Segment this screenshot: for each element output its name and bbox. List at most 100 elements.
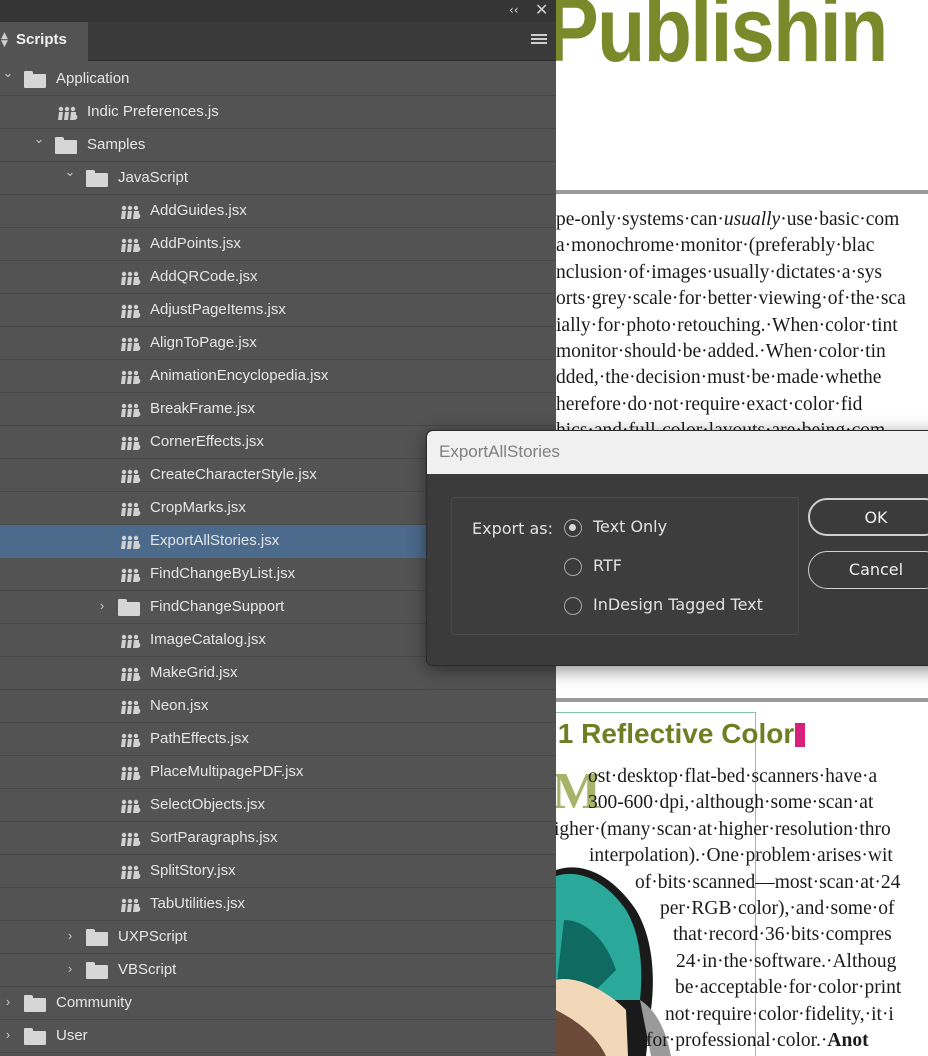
script-icon <box>120 763 142 781</box>
tree-item-label: PathEffects.jsx <box>150 730 249 747</box>
chevron-down-icon[interactable]: ⌄ <box>2 65 14 81</box>
tree-item-label: Application <box>56 70 130 87</box>
paragraph-line: 300-600·dpi,·although·some·scan·at <box>588 792 874 814</box>
export-options-group: Export as: Text Only RTF InDesign Tagged… <box>451 497 799 635</box>
tree-item-label: TabUtilities.jsx <box>150 895 246 912</box>
tree-item-label: SplitStory.jsx <box>150 862 236 879</box>
folder-icon <box>86 929 108 946</box>
folder-icon <box>55 137 77 154</box>
paragraph-line: 24·in·the·software.·Althoug <box>676 950 897 972</box>
script-icon <box>120 862 142 880</box>
document-title-text: Publishin <box>556 0 888 81</box>
radio-button[interactable] <box>564 519 582 537</box>
script-icon <box>120 796 142 814</box>
tree-folder-vbscript[interactable]: › VBScript <box>0 954 556 987</box>
folder-icon <box>86 962 108 979</box>
cancel-button[interactable]: Cancel <box>808 551 928 589</box>
tree-item-label: AlignToPage.jsx <box>150 334 257 351</box>
tree-script-placemultipagepdf-jsx[interactable]: PlaceMultipagePDF.jsx <box>0 756 556 789</box>
tree-item-label: CreateCharacterStyle.jsx <box>150 466 317 483</box>
tree-item-label: Neon.jsx <box>150 697 209 714</box>
paragraph-line: for·professional·color.·Anot <box>646 1029 869 1051</box>
script-icon <box>120 334 142 352</box>
paragraph-line: per·RGB·color),·and·some·of <box>660 897 895 919</box>
tree-script-patheffects-jsx[interactable]: PathEffects.jsx <box>0 723 556 756</box>
chevron-right-icon[interactable]: › <box>2 994 14 1009</box>
tree-folder-samples[interactable]: ⌄ Samples <box>0 129 556 162</box>
paragraph-line: monitor·should·be·added.·When·color·tin <box>556 340 886 362</box>
script-icon <box>120 631 142 649</box>
script-icon <box>120 268 142 286</box>
chevron-right-icon[interactable]: › <box>64 928 76 943</box>
text-insertion-cursor <box>795 723 806 747</box>
tree-script-animationencyclopedia-jsx[interactable]: AnimationEncyclopedia.jsx <box>0 360 556 393</box>
script-icon <box>120 565 142 583</box>
panel-menu-icon[interactable] <box>531 34 547 46</box>
tree-item-label: User <box>56 1027 88 1044</box>
chevron-right-icon[interactable]: › <box>2 1027 14 1042</box>
folder-icon <box>24 1028 46 1045</box>
tab-scripts[interactable]: ▲ ▼ Scripts <box>0 22 88 61</box>
close-icon[interactable]: ✕ <box>535 0 548 19</box>
tree-script-sortparagraphs-jsx[interactable]: SortParagraphs.jsx <box>0 822 556 855</box>
tree-item-label: CornerEffects.jsx <box>150 433 264 450</box>
radio-label[interactable]: Text Only <box>593 517 667 536</box>
script-icon <box>120 664 142 682</box>
folder-icon <box>24 71 46 88</box>
tree-script-indic-preferences-js[interactable]: Indic Preferences.js <box>0 96 556 129</box>
tree-folder-javascript[interactable]: ⌄ JavaScript <box>0 162 556 195</box>
chevron-down-icon[interactable]: ⌄ <box>33 131 45 147</box>
dialog-title-bar[interactable]: ExportAllStories <box>427 431 928 474</box>
tree-item-label: Indic Preferences.js <box>87 103 219 120</box>
tree-folder-user[interactable]: › User <box>0 1020 556 1053</box>
tree-script-tabutilities-jsx[interactable]: TabUtilities.jsx <box>0 888 556 921</box>
tree-item-label: AddQRCode.jsx <box>150 268 258 285</box>
paragraph-line: orts·grey·scale·for·better·viewing·of·th… <box>556 288 906 310</box>
tree-folder-community[interactable]: › Community <box>0 987 556 1020</box>
tree-script-addqrcode-jsx[interactable]: AddQRCode.jsx <box>0 261 556 294</box>
chevron-right-icon[interactable]: › <box>64 961 76 976</box>
folder-icon <box>118 599 140 616</box>
horizontal-rule <box>556 190 928 194</box>
tree-script-aligntopage-jsx[interactable]: AlignToPage.jsx <box>0 327 556 360</box>
tree-script-splitstory-jsx[interactable]: SplitStory.jsx <box>0 855 556 888</box>
tree-item-label: AddGuides.jsx <box>150 202 247 219</box>
script-icon <box>120 202 142 220</box>
radio-label[interactable]: InDesign Tagged Text <box>593 595 763 614</box>
tree-script-breakframe-jsx[interactable]: BreakFrame.jsx <box>0 393 556 426</box>
script-icon <box>120 433 142 451</box>
tree-folder-uxpscript[interactable]: › UXPScript <box>0 921 556 954</box>
tree-item-label: AnimationEncyclopedia.jsx <box>150 367 329 384</box>
tree-item-label: VBScript <box>118 961 177 978</box>
script-icon <box>120 895 142 913</box>
paragraph-line: that·record·36·bits·compres <box>673 924 892 946</box>
body-paragraph: pe-only·systems·can·usually·use·basic·co… <box>556 207 928 445</box>
tree-script-adjustpageitems-jsx[interactable]: AdjustPageItems.jsx <box>0 294 556 327</box>
radio-label[interactable]: RTF <box>593 556 622 575</box>
chevron-down-icon[interactable]: ⌄ <box>64 164 76 180</box>
script-icon <box>120 730 142 748</box>
collapse-panel-icon[interactable]: ‹‹ <box>509 3 519 17</box>
script-icon <box>120 829 142 847</box>
radio-button[interactable] <box>564 558 582 576</box>
tree-folder-application[interactable]: ⌄ Application <box>0 63 556 96</box>
tree-item-label: AdjustPageItems.jsx <box>150 301 286 318</box>
tree-script-selectobjects-jsx[interactable]: SelectObjects.jsx <box>0 789 556 822</box>
ok-button[interactable]: OK <box>808 498 928 536</box>
script-icon <box>120 466 142 484</box>
tree-script-neon-jsx[interactable]: Neon.jsx <box>0 690 556 723</box>
tree-item-label: UXPScript <box>118 928 188 945</box>
tree-script-addpoints-jsx[interactable]: AddPoints.jsx <box>0 228 556 261</box>
script-icon <box>120 532 142 550</box>
tree-item-label: Community <box>56 994 132 1011</box>
expand-collapse-icon[interactable]: ▲ ▼ <box>1 32 8 49</box>
section-heading-text: .1 Reflective Color <box>556 718 795 749</box>
panel-tab-bar: ▲ ▼ Scripts <box>0 22 556 61</box>
script-icon <box>57 103 79 121</box>
tree-item-label: JavaScript <box>118 169 189 186</box>
tree-item-label: SelectObjects.jsx <box>150 796 266 813</box>
radio-button[interactable] <box>564 597 582 615</box>
tree-script-addguides-jsx[interactable]: AddGuides.jsx <box>0 195 556 228</box>
script-icon <box>120 400 142 418</box>
chevron-right-icon[interactable]: › <box>96 598 108 613</box>
